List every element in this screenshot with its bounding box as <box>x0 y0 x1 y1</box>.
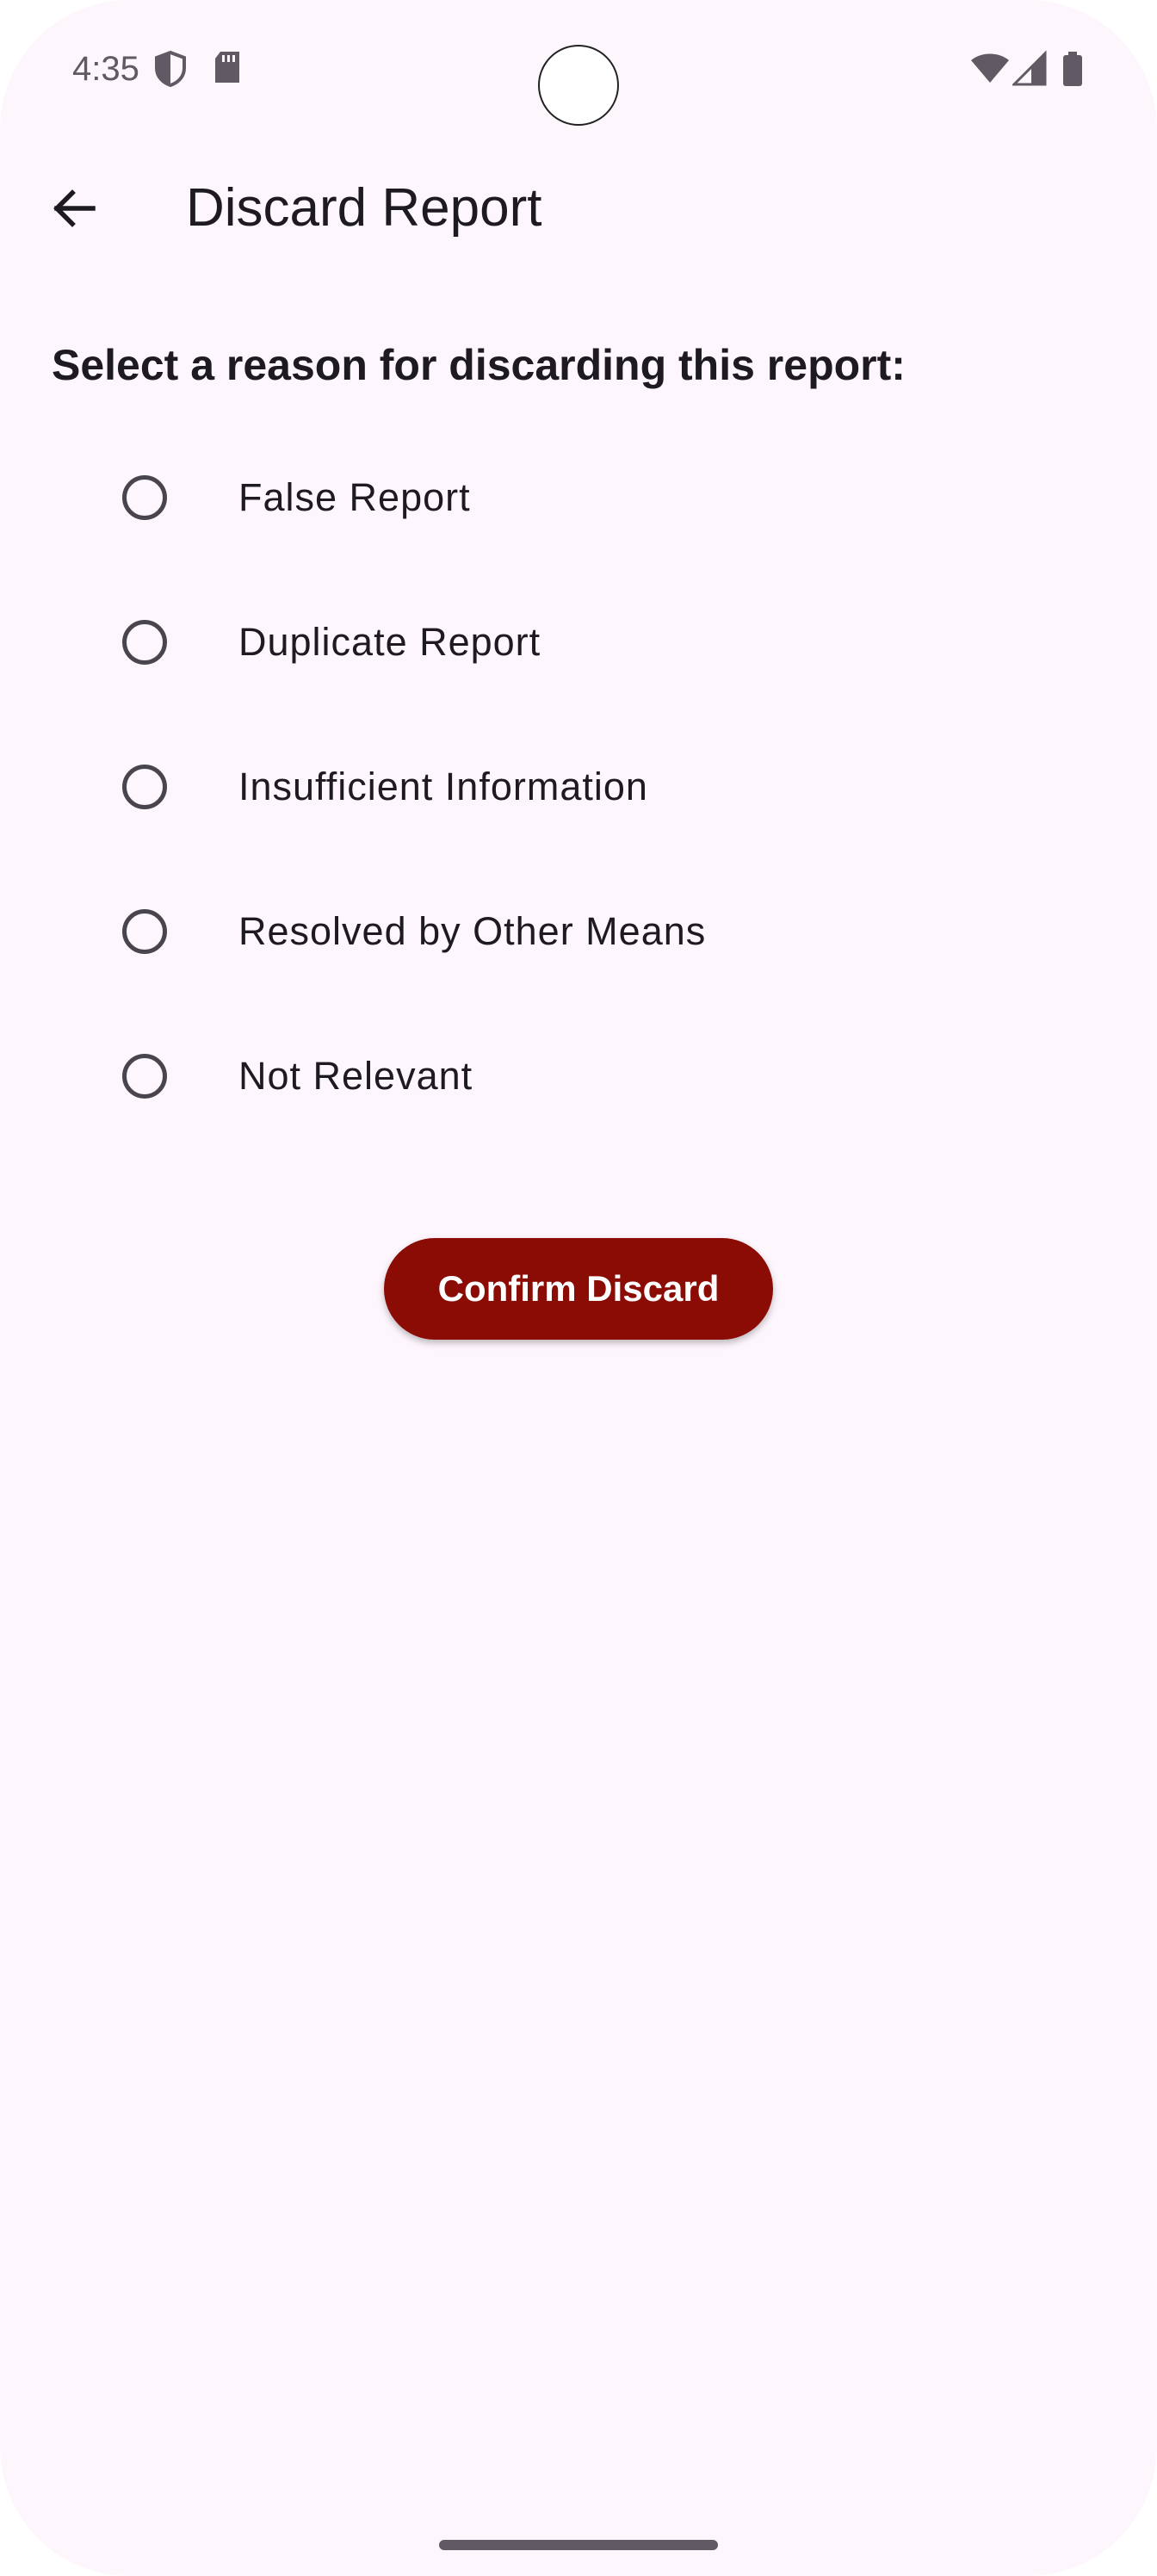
reason-options: False Report Duplicate Report Insufficie… <box>0 425 1157 1149</box>
option-label: False Report <box>238 475 471 519</box>
wifi-icon <box>969 50 1011 88</box>
back-button[interactable] <box>31 165 117 251</box>
radio-button[interactable] <box>122 909 167 954</box>
option-label: Insufficient Information <box>238 765 648 808</box>
radio-button[interactable] <box>122 620 167 665</box>
option-not-relevant[interactable]: Not Relevant <box>0 1004 1157 1149</box>
option-label: Not Relevant <box>238 1054 473 1098</box>
discard-report-screen: 4:35 Discard Report Select a reason for … <box>0 0 1157 2576</box>
shield-icon <box>153 50 188 88</box>
camera-cutout <box>538 45 619 126</box>
status-time: 4:35 <box>72 50 139 88</box>
radio-button[interactable] <box>122 475 167 520</box>
battery-icon <box>1061 50 1085 88</box>
option-label: Duplicate Report <box>238 620 541 664</box>
radio-button[interactable] <box>122 765 167 809</box>
arrow-back-icon <box>53 189 96 227</box>
confirm-discard-button[interactable]: Confirm Discard <box>384 1238 773 1340</box>
option-label: Resolved by Other Means <box>238 909 707 953</box>
option-duplicate-report[interactable]: Duplicate Report <box>0 570 1157 715</box>
option-false-report[interactable]: False Report <box>0 425 1157 570</box>
option-insufficient-information[interactable]: Insufficient Information <box>0 715 1157 859</box>
radio-button[interactable] <box>122 1054 167 1099</box>
signal-icon <box>1011 50 1047 88</box>
app-bar: Discard Report <box>0 155 1157 263</box>
page-title: Discard Report <box>186 178 542 238</box>
home-indicator[interactable] <box>439 2540 718 2550</box>
sd-card-icon <box>212 50 246 88</box>
reason-prompt: Select a reason for discarding this repo… <box>52 341 906 389</box>
option-resolved-by-other-means[interactable]: Resolved by Other Means <box>0 859 1157 1004</box>
status-bar: 4:35 <box>0 0 1157 138</box>
